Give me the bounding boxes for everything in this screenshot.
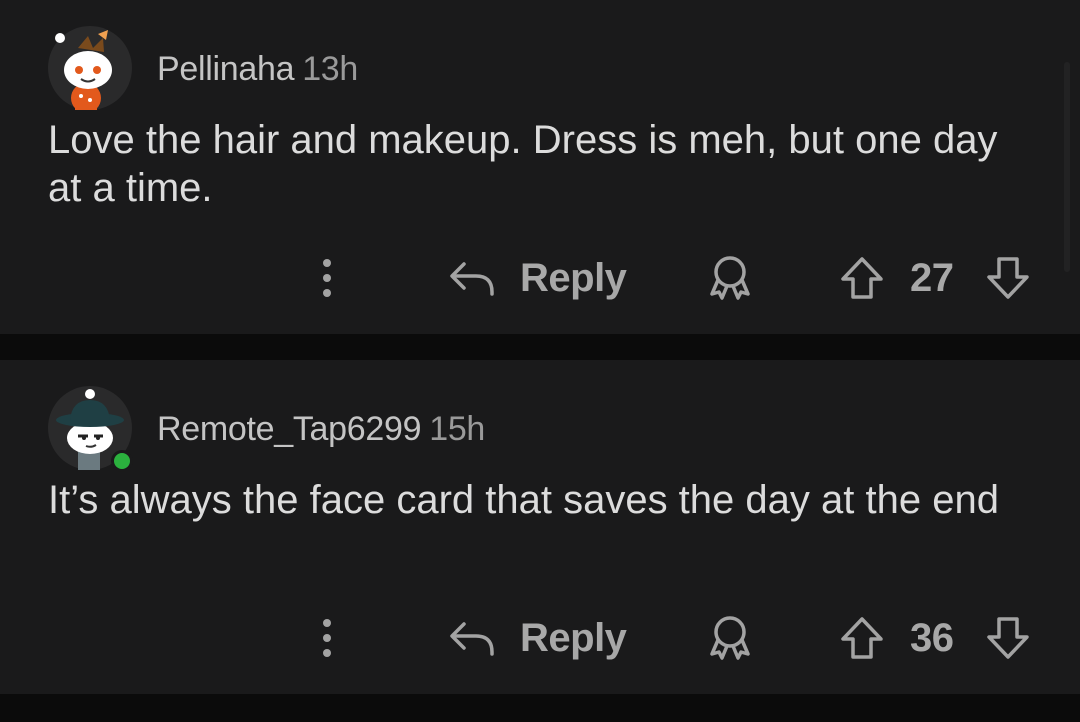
vote-score: 36	[910, 616, 954, 660]
vote-score: 27	[910, 256, 954, 300]
comment-feed: Pellinaha 13h Love the hair and makeup. D…	[0, 0, 1080, 722]
reply-arrow-icon	[450, 622, 494, 656]
award-button[interactable]	[706, 252, 754, 304]
comment-age: 13h	[302, 50, 359, 88]
scrollbar[interactable]	[1064, 62, 1070, 272]
comment-actions: Reply 27	[0, 252, 1080, 304]
comment-age: 15h	[429, 410, 486, 448]
comment-meta: Remote_Tap6299 15h	[157, 409, 485, 449]
username-link[interactable]: Remote_Tap6299	[157, 410, 422, 448]
downvote-button[interactable]	[984, 612, 1032, 664]
upvote-arrow-icon	[841, 257, 883, 299]
reply-button[interactable]: Reply	[448, 252, 627, 304]
username-link[interactable]: Pellinaha	[157, 50, 294, 88]
comment-card: Pellinaha 13h Love the hair and makeup. D…	[0, 0, 1080, 334]
award-button[interactable]	[706, 612, 754, 664]
reply-arrow-icon	[450, 262, 494, 296]
more-vertical-icon	[323, 619, 331, 657]
more-options-button[interactable]	[316, 252, 338, 304]
more-options-button[interactable]	[316, 612, 338, 664]
comment-meta: Pellinaha 13h	[157, 49, 358, 89]
upvote-button[interactable]	[838, 252, 886, 304]
comment-actions: Reply 36	[0, 612, 1080, 664]
comment-card: Remote_Tap6299 15h It’s always the face c…	[0, 360, 1080, 694]
upvote-arrow-icon	[841, 617, 883, 659]
reply-label: Reply	[520, 615, 627, 660]
downvote-arrow-icon	[987, 617, 1029, 659]
more-vertical-icon	[323, 259, 331, 297]
award-icon	[710, 616, 750, 660]
downvote-arrow-icon	[987, 257, 1029, 299]
downvote-button[interactable]	[984, 252, 1032, 304]
snoo-avatar-icon	[48, 26, 132, 110]
reply-label: Reply	[520, 255, 627, 300]
user-avatar[interactable]	[48, 386, 133, 472]
online-status-icon	[111, 450, 133, 472]
comment-body: Love the hair and makeup. Dress is meh, …	[48, 118, 998, 210]
award-icon	[710, 256, 750, 300]
upvote-button[interactable]	[838, 612, 886, 664]
reply-button[interactable]: Reply	[448, 612, 627, 664]
comment-body: It’s always the face card that saves the…	[48, 478, 999, 522]
user-avatar[interactable]	[48, 26, 132, 110]
